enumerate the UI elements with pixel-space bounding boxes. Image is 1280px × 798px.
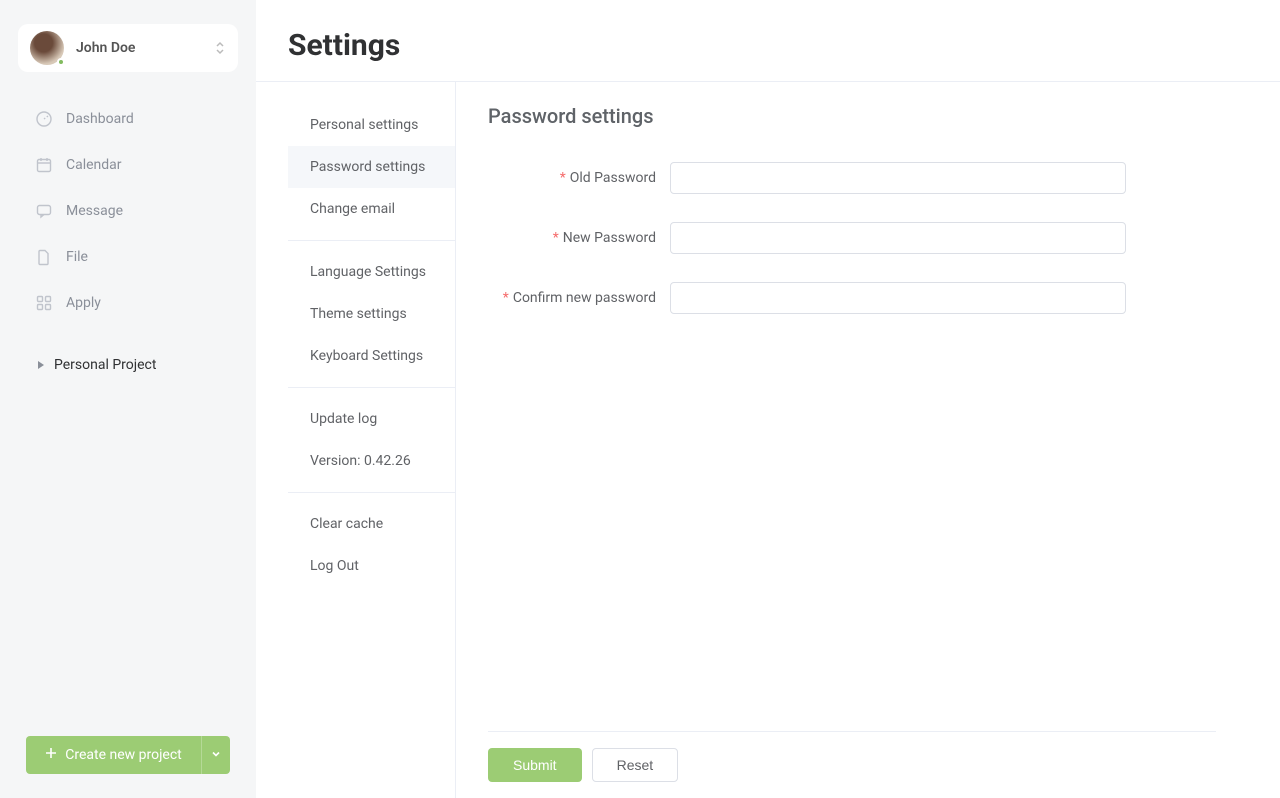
settings-link-keyboard[interactable]: Keyboard Settings — [288, 335, 455, 377]
file-icon — [34, 248, 54, 266]
settings-link-update-log[interactable]: Update log — [288, 398, 455, 440]
chevron-down-icon — [211, 747, 221, 763]
settings-link-log-out[interactable]: Log Out — [288, 545, 455, 587]
calendar-icon — [34, 156, 54, 174]
message-icon — [34, 202, 54, 220]
settings-nav: Personal settings Password settings Chan… — [288, 82, 456, 798]
nav-item-label: Calendar — [66, 157, 122, 173]
nav-item-file[interactable]: File — [0, 234, 256, 280]
settings-version-label: Version: 0.42.26 — [310, 453, 411, 469]
settings-link-label: Personal settings — [310, 117, 418, 133]
settings-link-label: Update log — [310, 411, 377, 427]
create-project-dropdown[interactable] — [202, 736, 230, 774]
sidebar: John Doe Dashboard Calendar — [0, 0, 256, 798]
reset-button[interactable]: Reset — [592, 748, 679, 782]
create-project-button-label: Create new project — [65, 747, 182, 763]
required-marker: * — [503, 290, 509, 306]
settings-link-personal[interactable]: Personal settings — [288, 104, 455, 146]
settings-link-clear-cache[interactable]: Clear cache — [288, 503, 455, 545]
new-password-input[interactable] — [670, 222, 1126, 254]
required-marker: * — [560, 170, 566, 186]
nav-item-label: Dashboard — [66, 111, 134, 127]
nav-item-dashboard[interactable]: Dashboard — [0, 96, 256, 142]
old-password-label: *Old Password — [488, 170, 670, 186]
password-form: *Old Password *New Password *Confirm new… — [488, 162, 1216, 731]
old-password-input[interactable] — [670, 162, 1126, 194]
nav-item-label: Message — [66, 203, 123, 219]
nav-item-message[interactable]: Message — [0, 188, 256, 234]
plus-icon — [45, 747, 57, 763]
required-marker: * — [553, 230, 559, 246]
main-content: Settings Personal settings Password sett… — [256, 0, 1280, 798]
user-switcher[interactable]: John Doe — [18, 24, 238, 72]
panel-footer: Submit Reset — [488, 731, 1216, 798]
sidebar-section-label: Personal Project — [54, 357, 156, 373]
primary-nav: Dashboard Calendar Message File — [0, 90, 256, 332]
settings-link-password[interactable]: Password settings — [288, 146, 455, 188]
settings-panel: Password settings *Old Password *New Pas… — [456, 82, 1248, 798]
settings-link-label: Theme settings — [310, 306, 407, 322]
new-password-label: *New Password — [488, 230, 670, 246]
settings-link-label: Keyboard Settings — [310, 348, 423, 364]
submit-button[interactable]: Submit — [488, 748, 582, 782]
settings-link-language[interactable]: Language Settings — [288, 251, 455, 293]
dashboard-icon — [34, 110, 54, 128]
sidebar-section-personal-project[interactable]: Personal Project — [0, 344, 256, 386]
settings-link-label: Change email — [310, 201, 395, 217]
settings-version: Version: 0.42.26 — [288, 440, 455, 482]
nav-item-apply[interactable]: Apply — [0, 280, 256, 326]
nav-item-label: File — [66, 249, 88, 265]
nav-item-calendar[interactable]: Calendar — [0, 142, 256, 188]
chevron-up-down-icon — [214, 40, 226, 56]
settings-link-label: Language Settings — [310, 264, 426, 280]
panel-title: Password settings — [488, 104, 1216, 128]
status-online-icon — [57, 58, 65, 66]
create-project-button-main[interactable]: Create new project — [26, 736, 202, 774]
settings-link-theme[interactable]: Theme settings — [288, 293, 455, 335]
confirm-password-label: *Confirm new password — [488, 290, 670, 306]
page-title: Settings — [288, 28, 1248, 63]
nav-item-label: Apply — [66, 295, 101, 311]
settings-link-label: Clear cache — [310, 516, 383, 532]
confirm-password-input[interactable] — [670, 282, 1126, 314]
chevron-right-icon — [34, 360, 48, 370]
create-project-button[interactable]: Create new project — [26, 736, 230, 774]
avatar — [30, 31, 64, 65]
grid-icon — [34, 294, 54, 312]
settings-link-email[interactable]: Change email — [288, 188, 455, 230]
settings-link-label: Password settings — [310, 159, 425, 175]
settings-link-label: Log Out — [310, 558, 359, 574]
user-name: John Doe — [76, 40, 214, 56]
